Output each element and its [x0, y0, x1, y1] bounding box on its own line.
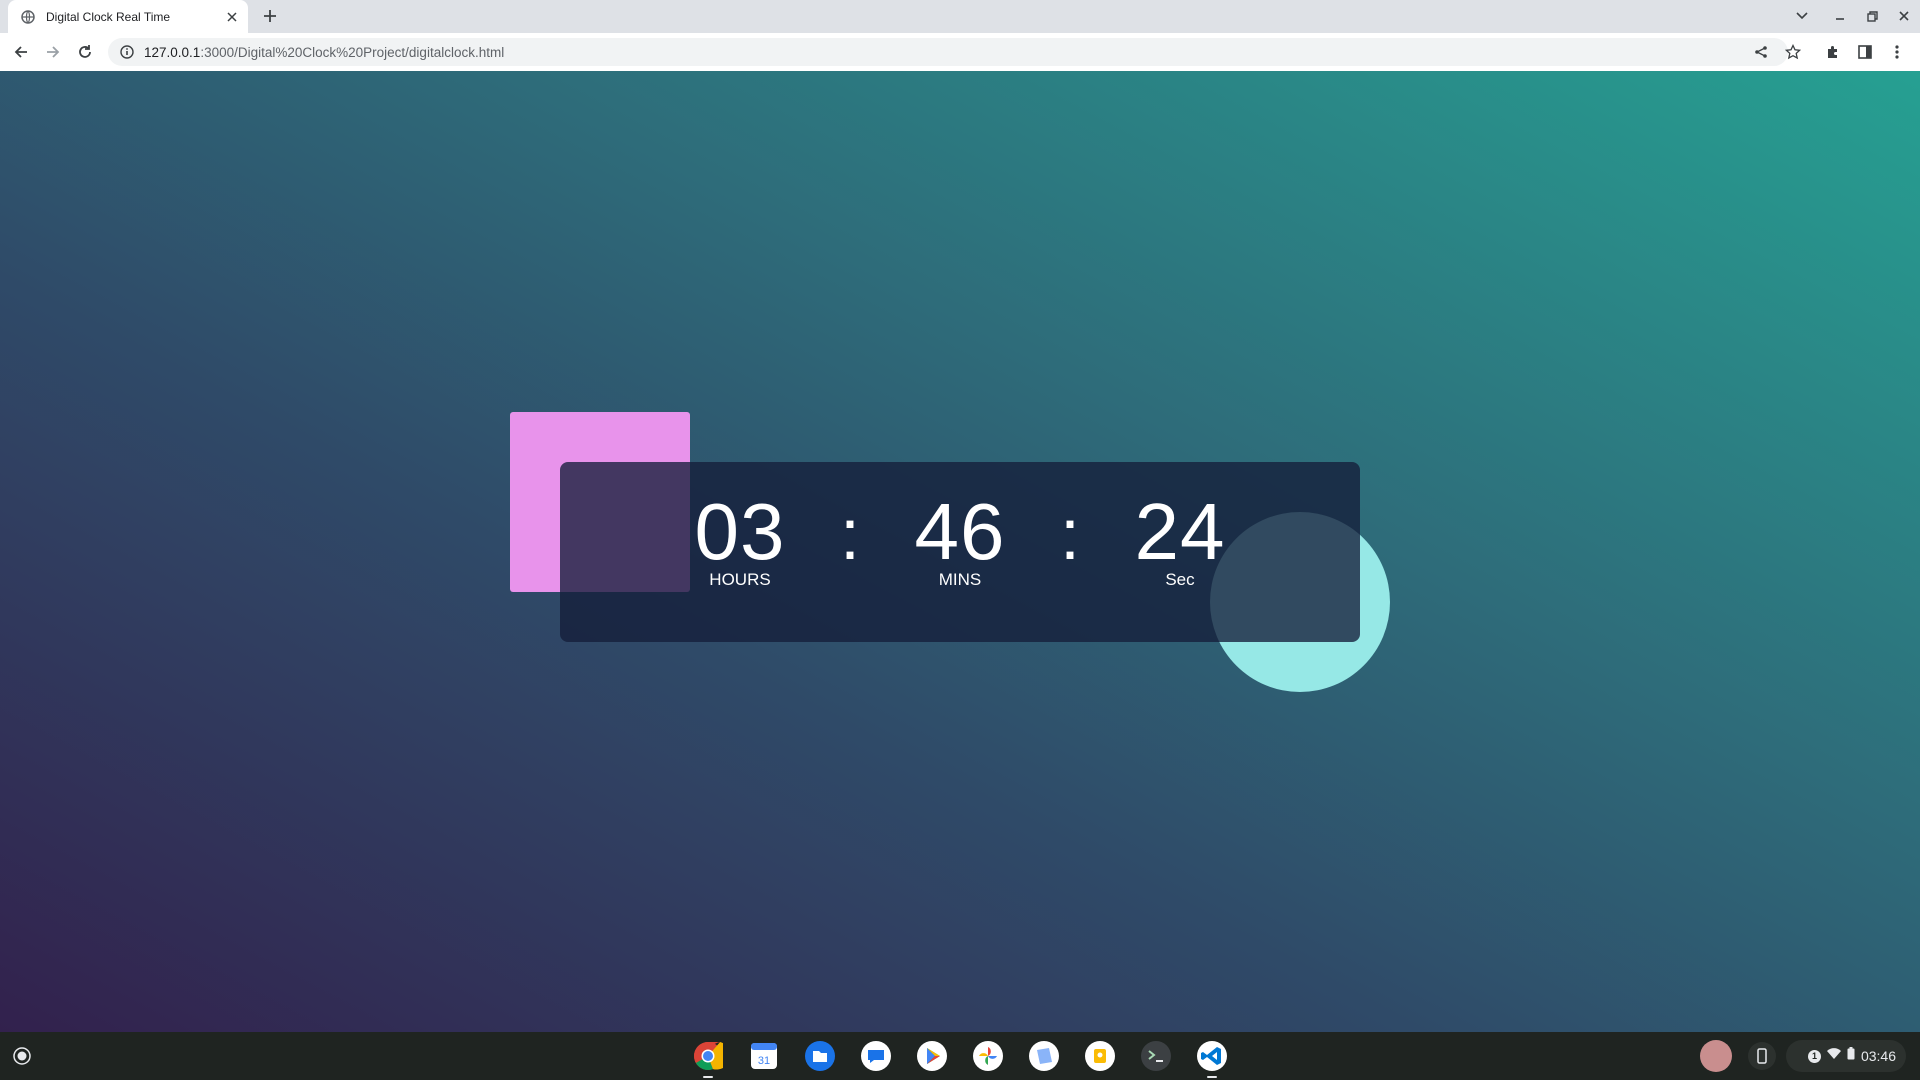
calendar-day: 31	[758, 1055, 770, 1067]
share-icon[interactable]	[1750, 41, 1772, 63]
separator-2: :	[1059, 495, 1080, 575]
play-store-icon[interactable]	[914, 1038, 950, 1074]
forward-icon[interactable]	[42, 41, 64, 63]
hours-unit: 03 HOURS	[670, 487, 810, 589]
tab-title: Digital Clock Real Time	[46, 9, 171, 24]
restore-icon[interactable]	[1862, 6, 1882, 26]
tab-active[interactable]: Digital Clock Real Time	[8, 0, 248, 33]
seconds-label: Sec	[1165, 570, 1195, 589]
minutes-label: MINS	[938, 570, 982, 589]
close-window-icon[interactable]	[1894, 6, 1914, 26]
tab-strip: Digital Clock Real Time	[0, 0, 1920, 33]
extensions-icon[interactable]	[1822, 41, 1844, 63]
url-text: 127.0.0.1:3000/Digital%20Clock%20Project…	[144, 45, 504, 60]
browser-toolbar: 127.0.0.1:3000/Digital%20Clock%20Project…	[0, 33, 1920, 72]
url-path: :3000/Digital%20Clock%20Project/digitalc…	[200, 44, 505, 60]
photos-icon[interactable]	[970, 1038, 1006, 1074]
chrome-icon[interactable]	[690, 1038, 726, 1078]
address-bar[interactable]: 127.0.0.1:3000/Digital%20Clock%20Project…	[108, 38, 1788, 66]
menu-icon[interactable]	[1886, 41, 1908, 63]
seconds-value: 24	[1134, 487, 1226, 576]
launcher-icon[interactable]	[10, 1044, 34, 1068]
url-host: 127.0.0.1	[144, 44, 201, 60]
hours-value: 03	[694, 487, 786, 576]
minutes-value: 46	[914, 487, 1006, 576]
globe-icon	[20, 9, 36, 25]
keep-icon[interactable]	[1082, 1038, 1118, 1074]
close-tab-icon[interactable]	[224, 9, 240, 25]
site-info-icon[interactable]	[118, 43, 136, 61]
files-icon[interactable]	[802, 1038, 838, 1074]
side-panel-icon[interactable]	[1854, 41, 1876, 63]
status-area[interactable]: 1 03:46	[1786, 1040, 1906, 1072]
running-indicator	[703, 1076, 713, 1078]
clock-time: 03:46	[1860, 1048, 1896, 1064]
bookmark-star-icon[interactable]	[1782, 41, 1804, 63]
page-background: 03 HOURS : 46 MINS : 24 Sec	[0, 71, 1920, 1032]
calendar-icon[interactable]: 31	[746, 1038, 782, 1074]
notification-badge: 1	[1807, 1049, 1821, 1063]
minimize-icon[interactable]	[1830, 6, 1850, 26]
tab-search-icon[interactable]	[1792, 6, 1812, 26]
running-indicator	[1207, 1076, 1217, 1078]
gallery-icon[interactable]	[1026, 1038, 1062, 1074]
reload-icon[interactable]	[74, 41, 96, 63]
messages-icon[interactable]	[858, 1038, 894, 1074]
minutes-unit: 46 MINS	[890, 487, 1030, 589]
phone-hub-icon[interactable]	[1748, 1042, 1776, 1070]
new-tab-icon[interactable]	[260, 6, 280, 26]
wifi-icon	[1826, 1047, 1841, 1065]
hours-label: HOURS	[709, 570, 771, 589]
terminal-icon[interactable]	[1138, 1038, 1174, 1074]
separator-1: :	[839, 495, 860, 575]
vscode-icon[interactable]	[1194, 1038, 1230, 1078]
avatar[interactable]	[1700, 1040, 1732, 1072]
system-shelf: 31 1 03:46	[0, 1032, 1920, 1080]
battery-icon	[1847, 1047, 1855, 1065]
back-icon[interactable]	[10, 41, 32, 63]
seconds-unit: 24 Sec	[1110, 487, 1250, 589]
